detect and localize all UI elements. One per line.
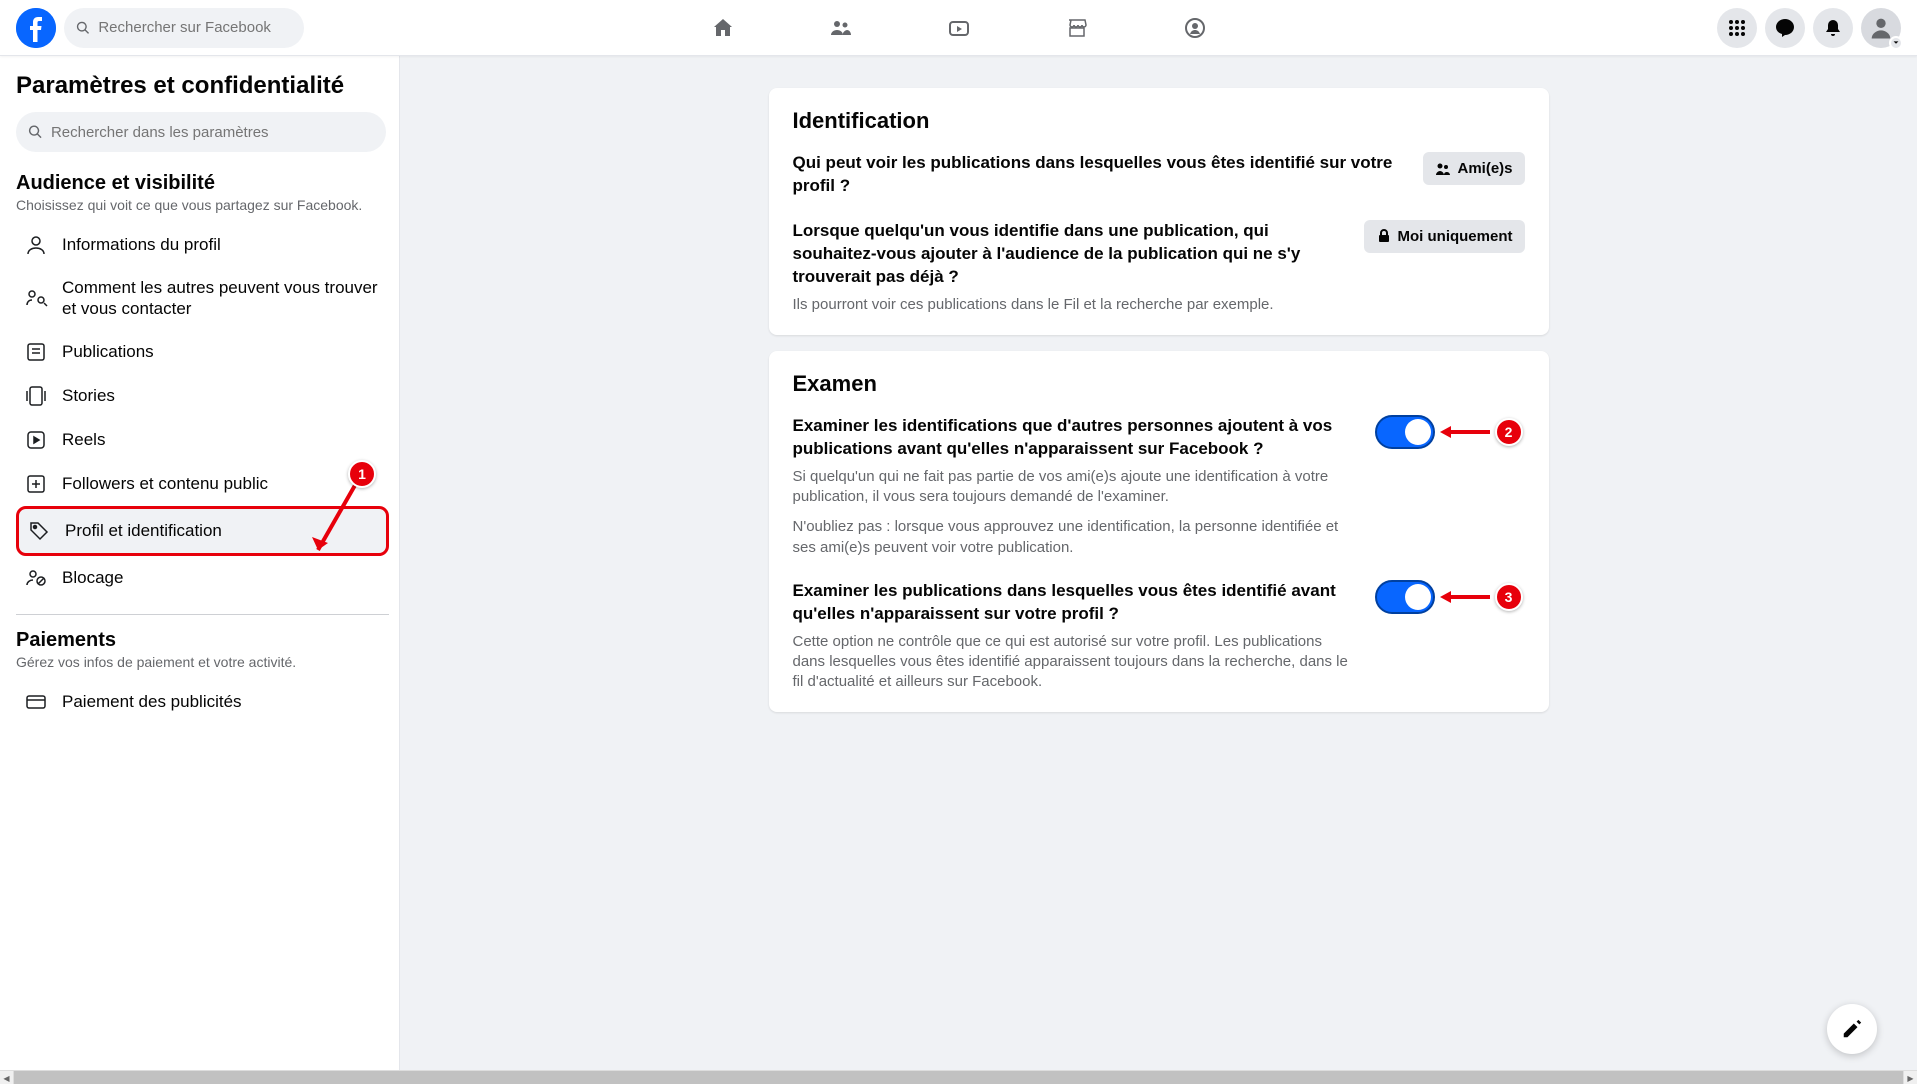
- header-actions: [1717, 8, 1901, 48]
- reels-icon: [24, 428, 48, 452]
- setting-row-who-sees-tags: Qui peut voir les publications dans lesq…: [793, 152, 1525, 198]
- scroll-right-arrow[interactable]: ▶: [1903, 1071, 1917, 1084]
- setting-description: Ils pourront voir ces publications dans …: [793, 295, 1344, 315]
- followers-icon: [24, 472, 48, 496]
- chip-label: Ami(e)s: [1457, 160, 1512, 177]
- card-identification: Identification Qui peut voir les publica…: [769, 88, 1549, 335]
- section-audience-sub: Choisissez qui voit ce que vous partagez…: [16, 197, 389, 213]
- compose-button[interactable]: [1827, 1004, 1877, 1054]
- watch-icon: [947, 16, 971, 40]
- audience-selector-only-me[interactable]: Moi uniquement: [1364, 220, 1525, 253]
- card-icon: [24, 690, 48, 714]
- bell-icon: [1823, 18, 1843, 38]
- sidebar-item-label: Informations du profil: [62, 234, 221, 255]
- audience-selector-friends[interactable]: Ami(e)s: [1423, 152, 1524, 185]
- people-search-icon: [24, 286, 48, 310]
- groups-icon: [1183, 16, 1207, 40]
- sidebar-title: Paramètres et confidentialité: [16, 72, 389, 100]
- setting-description: Cette option ne contrôle que ce qui est …: [793, 632, 1355, 693]
- nav-marketplace[interactable]: [1022, 0, 1132, 55]
- sidebar-item-how-find[interactable]: Comment les autres peuvent vous trouver …: [16, 267, 389, 330]
- friends-icon: [1435, 161, 1451, 177]
- global-search-input[interactable]: [98, 19, 292, 36]
- sidebar-item-stories[interactable]: Stories: [16, 374, 389, 418]
- sidebar-item-label: Followers et contenu public: [62, 473, 268, 494]
- sidebar-item-label: Paiement des publicités: [62, 691, 242, 712]
- scroll-left-arrow[interactable]: ◀: [0, 1071, 14, 1084]
- chip-label: Moi uniquement: [1398, 228, 1513, 245]
- setting-row-review-tags: Examiner les identifications que d'autre…: [793, 415, 1525, 558]
- sidebar-item-profile-tagging[interactable]: Profil et identification: [16, 506, 389, 556]
- setting-title: Examiner les identifications que d'autre…: [793, 415, 1355, 461]
- account-menu[interactable]: [1861, 8, 1901, 48]
- annotation-2: 2: [1435, 418, 1525, 446]
- nav-watch[interactable]: [904, 0, 1014, 55]
- setting-description: Si quelqu'un qui ne fait pas partie de v…: [793, 467, 1355, 508]
- edit-icon: [1841, 1018, 1863, 1040]
- card-heading: Identification: [793, 108, 1525, 134]
- nav-groups[interactable]: [1140, 0, 1250, 55]
- toggle-review-tags[interactable]: [1375, 415, 1435, 449]
- section-audience-title: Audience et visibilité: [16, 172, 389, 195]
- settings-search-input[interactable]: [51, 124, 374, 141]
- blocking-icon: [24, 566, 48, 590]
- search-icon: [76, 20, 90, 36]
- menu-button[interactable]: [1717, 8, 1757, 48]
- stories-icon: [24, 384, 48, 408]
- sidebar-item-label: Comment les autres peuvent vous trouver …: [62, 277, 381, 320]
- sidebar-item-label: Reels: [62, 429, 105, 450]
- sidebar-item-label: Blocage: [62, 567, 123, 588]
- settings-sidebar: Paramètres et confidentialité Audience e…: [0, 56, 400, 1084]
- divider: [16, 614, 389, 615]
- top-header: [0, 0, 1917, 56]
- sidebar-item-profile-info[interactable]: Informations du profil: [16, 223, 389, 267]
- posts-icon: [24, 340, 48, 364]
- setting-title: Lorsque quelqu'un vous identifie dans un…: [793, 220, 1344, 289]
- main-content: Identification Qui peut voir les publica…: [400, 56, 1917, 1084]
- sidebar-item-posts[interactable]: Publications: [16, 330, 389, 374]
- sidebar-item-label: Stories: [62, 385, 115, 406]
- sidebar-item-followers[interactable]: Followers et contenu public: [16, 462, 389, 506]
- home-icon: [711, 16, 735, 40]
- lock-icon: [1376, 228, 1392, 244]
- settings-search[interactable]: [16, 112, 386, 152]
- search-icon: [28, 124, 43, 140]
- sidebar-item-reels[interactable]: Reels: [16, 418, 389, 462]
- sidebar-item-label: Profil et identification: [65, 520, 222, 541]
- nav-friends[interactable]: [786, 0, 896, 55]
- sidebar-item-blocking[interactable]: Blocage: [16, 556, 389, 600]
- messenger-button[interactable]: [1765, 8, 1805, 48]
- setting-title: Examiner les publications dans lesquelle…: [793, 580, 1355, 626]
- toggle-review-posts[interactable]: [1375, 580, 1435, 614]
- friends-icon: [829, 16, 853, 40]
- header-nav: [668, 0, 1250, 55]
- facebook-logo[interactable]: [16, 8, 56, 48]
- nav-home[interactable]: [668, 0, 778, 55]
- section-payments-title: Paiements: [16, 629, 389, 652]
- sidebar-item-label: Publications: [62, 341, 154, 362]
- notifications-button[interactable]: [1813, 8, 1853, 48]
- setting-row-review-posts: Examiner les publications dans lesquelle…: [793, 580, 1525, 693]
- global-search[interactable]: [64, 8, 304, 48]
- tag-icon: [27, 519, 51, 543]
- card-heading: Examen: [793, 371, 1525, 397]
- setting-description: N'oubliez pas : lorsque vous approuvez u…: [793, 517, 1355, 558]
- setting-row-add-to-audience: Lorsque quelqu'un vous identifie dans un…: [793, 220, 1525, 315]
- grid-icon: [1727, 18, 1747, 38]
- card-review: Examen Examiner les identifications que …: [769, 351, 1549, 713]
- annotation-3: 3: [1435, 583, 1525, 611]
- sidebar-item-ad-payment[interactable]: Paiement des publicités: [16, 680, 389, 724]
- messenger-icon: [1775, 18, 1795, 38]
- horizontal-scrollbar[interactable]: ◀ ▶: [0, 1070, 1917, 1084]
- marketplace-icon: [1065, 16, 1089, 40]
- setting-title: Qui peut voir les publications dans lesq…: [793, 152, 1404, 198]
- profile-info-icon: [24, 233, 48, 257]
- section-payments-sub: Gérez vos infos de paiement et votre act…: [16, 654, 389, 670]
- chevron-down-icon: [1889, 36, 1903, 50]
